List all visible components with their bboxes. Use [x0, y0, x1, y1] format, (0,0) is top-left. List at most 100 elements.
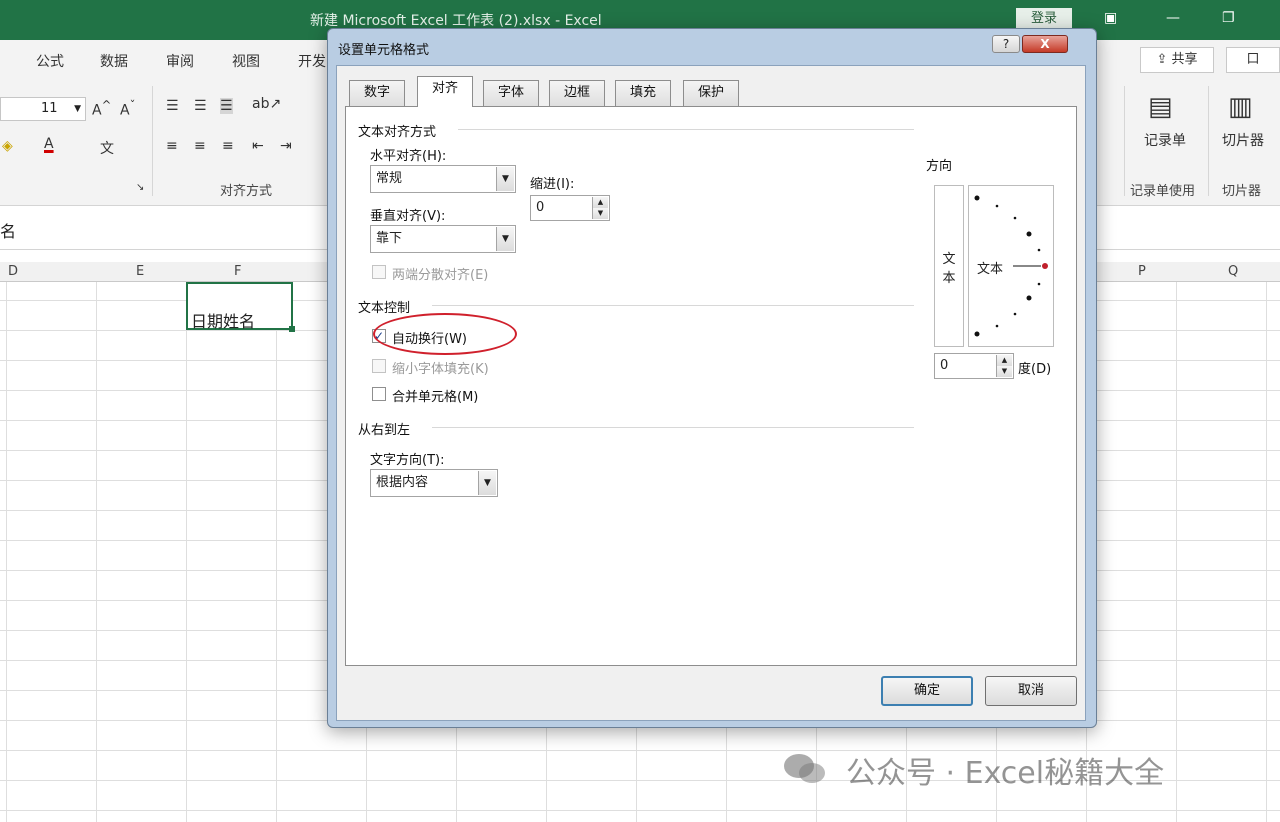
section-divider — [458, 129, 914, 130]
tab-view[interactable]: 视图 — [232, 51, 260, 71]
alignment-group-label: 对齐方式 — [220, 184, 273, 199]
chevron-down-icon[interactable]: ▼ — [496, 227, 514, 251]
top-align-icon[interactable]: ☰ — [166, 98, 179, 114]
slicer-button[interactable]: 切片器 — [1222, 130, 1264, 150]
horizontal-align-value: 常规 — [376, 171, 403, 186]
slicer-group-label: 切片器 — [1222, 184, 1262, 199]
font-size-value: 11 — [41, 101, 58, 116]
vertical-text-char: 文 — [942, 252, 956, 267]
distributed-label: 两端分散对齐(E) — [392, 268, 489, 283]
rtl-section-title: 从右到左 — [358, 423, 411, 438]
spin-up-icon[interactable]: ▲ — [592, 197, 608, 208]
spin-down-icon[interactable]: ▼ — [996, 366, 1012, 377]
column-header-d[interactable]: D — [8, 264, 18, 279]
format-cells-dialog: 设置单元格格式 ? X 数字 对齐 字体 边框 填充 保护 文本对齐方式 水平对… — [327, 28, 1097, 728]
record-form-icon[interactable]: ▤ — [1148, 92, 1173, 122]
minimize-icon[interactable]: — — [1166, 10, 1180, 26]
record-form-button[interactable]: 记录单 — [1144, 130, 1186, 150]
increase-font-icon[interactable]: A^ — [92, 98, 111, 119]
text-direction-select[interactable]: 根据内容 ▼ — [370, 469, 498, 497]
chevron-down-icon: ▼ — [74, 104, 81, 114]
left-align-icon[interactable]: ≡ — [166, 138, 178, 154]
distributed-checkbox[interactable] — [372, 265, 386, 279]
ribbon-separator — [1208, 86, 1209, 196]
watermark-text: 公众号 · Excel秘籍大全 — [846, 756, 1165, 791]
orientation-icon[interactable]: ab↗ — [252, 96, 281, 112]
bottom-align-icon[interactable]: ☰ — [220, 98, 233, 114]
font-dialog-launcher-icon[interactable]: ↘ — [136, 182, 144, 193]
ok-button[interactable]: 确定 — [881, 676, 973, 706]
vertical-text-button[interactable]: 文 本 — [934, 185, 964, 347]
horizontal-align-label: 水平对齐(H): — [370, 149, 447, 164]
degrees-spinner[interactable]: 0 ▲ ▼ — [934, 353, 1014, 379]
fill-handle[interactable] — [289, 326, 295, 332]
dialog-body: 数字 对齐 字体 边框 填充 保护 文本对齐方式 水平对齐(H): 常规 ▼ 缩… — [336, 65, 1086, 721]
fill-color-icon[interactable]: ◈ — [2, 138, 13, 154]
vertical-align-label: 垂直对齐(V): — [370, 209, 446, 224]
formula-bar-text: 名 — [0, 222, 17, 241]
right-align-icon[interactable]: ≡ — [222, 138, 234, 154]
merge-cells-checkbox[interactable] — [372, 387, 386, 401]
column-header-e[interactable]: E — [136, 264, 144, 279]
tab-alignment[interactable]: 对齐 — [417, 76, 474, 107]
indent-value: 0 — [536, 200, 545, 215]
orientation-section: 方向 文 本 文本 0 ▲ ▼ 度(D) — [926, 155, 1062, 381]
column-header-f[interactable]: F — [234, 264, 241, 279]
section-divider — [432, 427, 914, 428]
tab-formulas[interactable]: 公式 — [36, 51, 64, 71]
share-label: 共享 — [1171, 52, 1198, 67]
wechat-logo-icon — [784, 754, 825, 783]
record-form-group-label: 记录单使用 — [1130, 184, 1196, 199]
shrink-to-fit-checkbox[interactable] — [372, 359, 386, 373]
tab-font[interactable]: 字体 — [483, 80, 540, 106]
alignment-panel: 文本对齐方式 水平对齐(H): 常规 ▼ 缩进(I): 0 ▲ ▼ 垂直对齐(V… — [345, 106, 1077, 666]
tab-number[interactable]: 数字 — [349, 80, 406, 106]
column-header-p[interactable]: P — [1138, 264, 1146, 279]
phonetic-icon[interactable]: 文 — [100, 138, 114, 158]
degrees-label: 度(D) — [1018, 362, 1052, 377]
login-button[interactable]: 登录 — [1016, 8, 1072, 30]
share-button[interactable]: ⇪ 共享 — [1140, 47, 1214, 73]
spin-up-icon[interactable]: ▲ — [996, 355, 1012, 366]
close-button[interactable]: X — [1022, 35, 1068, 53]
horizontal-align-select[interactable]: 常规 ▼ — [370, 165, 516, 193]
comment-button[interactable]: 口 — [1226, 47, 1280, 73]
increase-indent-icon[interactable]: ⇥ — [280, 138, 292, 154]
restore-icon[interactable]: ❐ — [1222, 10, 1235, 26]
ribbon-separator — [1124, 86, 1125, 196]
cancel-button[interactable]: 取消 — [985, 676, 1077, 706]
tab-review[interactable]: 审阅 — [166, 51, 194, 71]
tab-data[interactable]: 数据 — [100, 51, 128, 71]
tab-protection[interactable]: 保护 — [683, 80, 740, 106]
tab-border[interactable]: 边框 — [549, 80, 606, 106]
font-color-icon[interactable]: A — [44, 136, 54, 152]
spin-down-icon[interactable]: ▼ — [592, 208, 608, 219]
vertical-align-value: 靠下 — [376, 231, 403, 246]
merge-cells-label: 合并单元格(M) — [392, 390, 479, 405]
indent-spinner[interactable]: 0 ▲ ▼ — [530, 195, 610, 221]
text-control-section-title: 文本控制 — [358, 301, 411, 316]
vertical-align-select[interactable]: 靠下 ▼ — [370, 225, 516, 253]
orientation-dial[interactable]: 文本 — [968, 185, 1054, 347]
help-button[interactable]: ? — [992, 35, 1020, 53]
active-cell-text: 日期姓名 — [191, 312, 256, 331]
font-size-select[interactable]: 11 ▼ — [0, 97, 86, 121]
tab-fill[interactable]: 填充 — [615, 80, 672, 106]
middle-align-icon[interactable]: ☰ — [194, 98, 207, 114]
decrease-font-icon[interactable]: Aˇ — [120, 98, 135, 119]
slicer-icon[interactable]: ▥ — [1228, 92, 1253, 122]
shrink-to-fit-label: 缩小字体填充(K) — [392, 362, 489, 377]
section-divider — [432, 305, 914, 306]
center-align-icon[interactable]: ≡ — [194, 138, 206, 154]
ribbon-display-icon[interactable]: ▣ — [1104, 10, 1117, 26]
text-direction-value: 根据内容 — [376, 475, 429, 490]
chevron-down-icon[interactable]: ▼ — [478, 471, 496, 495]
active-cell[interactable]: 日期姓名 — [186, 282, 295, 332]
tab-developer[interactable]: 开发 — [298, 51, 326, 71]
dialog-title: 设置单元格格式 — [338, 43, 430, 58]
decrease-indent-icon[interactable]: ⇤ — [252, 138, 264, 154]
chevron-down-icon[interactable]: ▼ — [496, 167, 514, 191]
share-icon: ⇪ — [1156, 52, 1172, 67]
column-header-q[interactable]: Q — [1228, 264, 1238, 279]
orientation-section-title: 方向 — [926, 159, 953, 174]
